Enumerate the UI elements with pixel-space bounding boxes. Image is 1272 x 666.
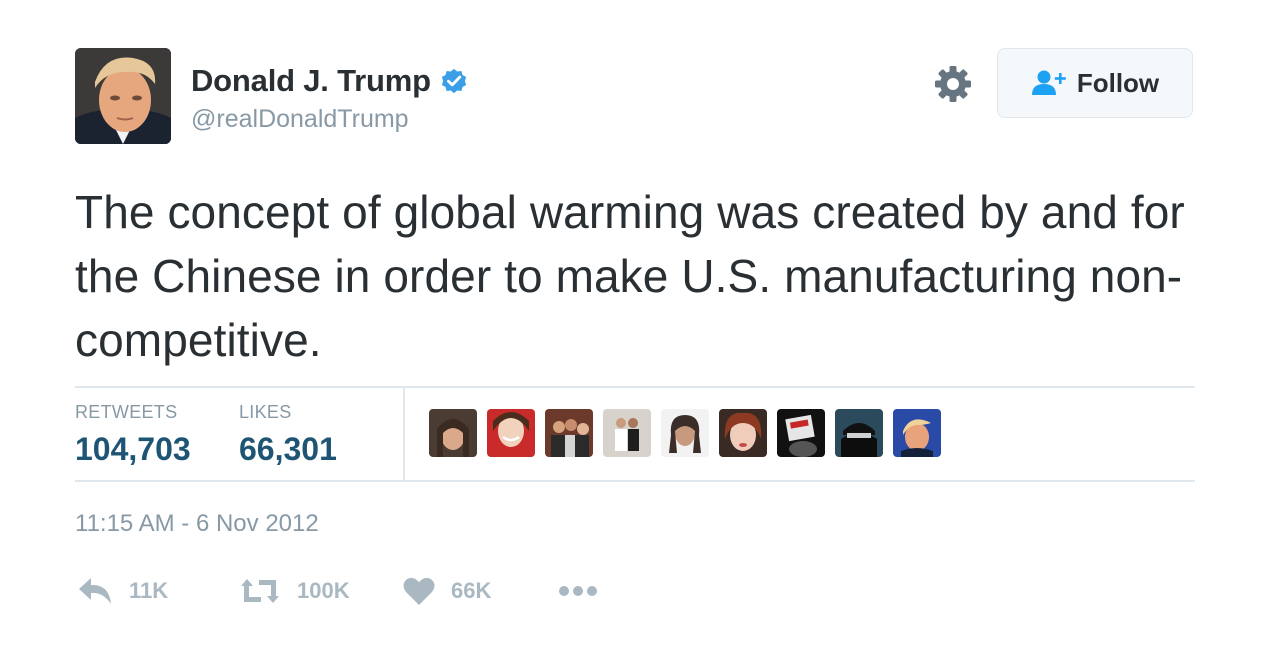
add-user-icon <box>1031 70 1066 95</box>
liker-avatar[interactable] <box>429 409 477 457</box>
liker-avatar[interactable] <box>603 409 651 457</box>
liker-avatar[interactable] <box>777 409 825 457</box>
likes-label: LIKES <box>239 402 292 422</box>
author-avatar[interactable] <box>75 48 171 144</box>
author-display-name[interactable]: Donald J. Trump <box>191 63 431 99</box>
heart-icon <box>403 577 435 605</box>
retweet-count: 100K <box>297 578 350 603</box>
retweet-button[interactable]: 100K <box>239 568 350 614</box>
divider-top <box>75 386 1195 388</box>
liker-avatar[interactable] <box>835 409 883 457</box>
reply-button[interactable]: 11K <box>77 568 168 614</box>
liker-avatars <box>429 409 951 457</box>
tweet-timestamp[interactable]: 11:15 AM - 6 Nov 2012 <box>75 510 319 538</box>
divider-bottom <box>75 480 1195 482</box>
retweets-label: RETWEETS <box>75 402 178 422</box>
reply-icon <box>79 578 111 604</box>
reply-count: 11K <box>129 578 169 603</box>
liker-avatar[interactable] <box>545 409 593 457</box>
likes-stat[interactable]: LIKES 66,301 <box>239 402 337 468</box>
settings-gear-icon[interactable] <box>933 64 973 104</box>
more-icon <box>559 586 597 596</box>
more-options-button[interactable] <box>557 568 599 614</box>
author-info: Donald J. Trump @realDonaldTrump <box>191 58 469 134</box>
like-count: 66K <box>451 578 492 603</box>
follow-button[interactable]: Follow <box>997 48 1193 118</box>
liker-avatar[interactable] <box>719 409 767 457</box>
liker-avatar[interactable] <box>893 409 941 457</box>
retweets-count: 104,703 <box>75 431 191 467</box>
liker-avatar[interactable] <box>661 409 709 457</box>
retweets-stat[interactable]: RETWEETS 104,703 <box>75 402 191 468</box>
retweet-icon <box>241 579 279 603</box>
tweet-text: The concept of global warming was create… <box>75 186 1185 366</box>
author-handle[interactable]: @realDonaldTrump <box>191 105 469 134</box>
liker-avatar[interactable] <box>487 409 535 457</box>
stats-divider <box>403 388 405 480</box>
verified-badge-icon <box>439 66 469 96</box>
likes-count: 66,301 <box>239 431 337 467</box>
follow-button-label: Follow <box>1076 67 1160 98</box>
avatar-image <box>75 48 171 144</box>
like-button[interactable]: 66K <box>403 568 491 614</box>
